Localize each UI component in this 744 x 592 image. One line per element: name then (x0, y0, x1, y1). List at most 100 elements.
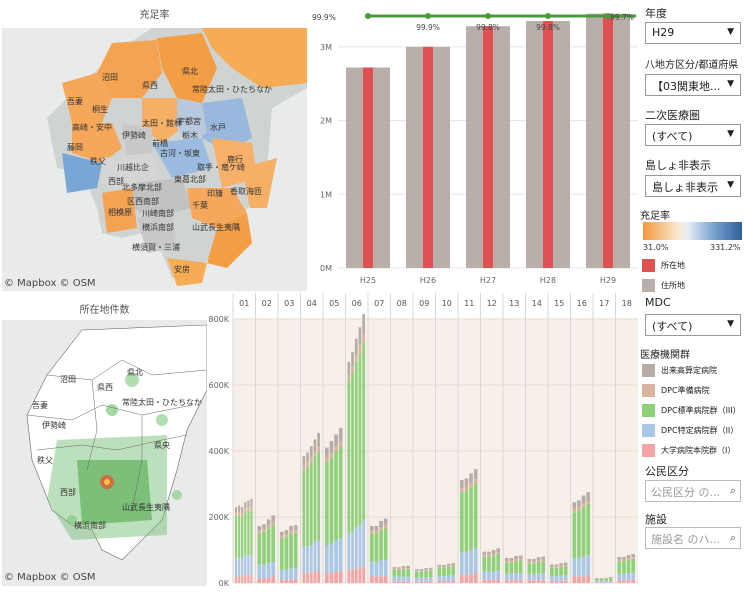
stacked-bar-segment[interactable] (258, 578, 262, 583)
stacked-bar-segment[interactable] (362, 567, 365, 584)
stacked-bar-segment[interactable] (384, 529, 388, 560)
stacked-bar-segment[interactable] (402, 581, 406, 583)
stacked-bar-segment[interactable] (267, 519, 271, 526)
stacked-bar-segment[interactable] (393, 581, 397, 583)
stacked-bar-segment[interactable] (618, 580, 622, 583)
stacked-bar-segment[interactable] (280, 532, 284, 536)
stacked-bar-segment[interactable] (379, 530, 383, 560)
stacked-bar-segment[interactable] (424, 581, 428, 583)
stacked-bar-segment[interactable] (241, 576, 243, 583)
stacked-bar-segment[interactable] (402, 569, 406, 576)
stacked-bar-segment[interactable] (314, 571, 317, 583)
stacked-bar-segment[interactable] (573, 558, 577, 576)
stacked-bar-segment[interactable] (424, 571, 428, 578)
stacked-bar-segment[interactable] (285, 537, 289, 570)
stacked-bar-segment[interactable] (532, 580, 536, 583)
stacked-bar-segment[interactable] (375, 562, 379, 577)
stacked-bar-segment[interactable] (492, 554, 496, 556)
stacked-bar-segment[interactable] (362, 520, 365, 566)
bar-location[interactable] (603, 14, 613, 268)
stacked-bar-segment[interactable] (406, 568, 410, 569)
stacked-bar-segment[interactable] (618, 561, 622, 574)
stacked-bar-segment[interactable] (306, 547, 309, 573)
stacked-bar-segment[interactable] (325, 573, 329, 583)
stacked-bar-segment[interactable] (559, 563, 563, 565)
stacked-bar-segment[interactable] (496, 552, 500, 554)
stacked-bar-segment[interactable] (250, 510, 252, 555)
stacked-bar-segment[interactable] (306, 468, 309, 547)
stacked-bar-segment[interactable] (537, 574, 541, 581)
stacked-bar-segment[interactable] (631, 554, 635, 557)
stacked-bar-segment[interactable] (334, 435, 338, 447)
stacked-bar-segment[interactable] (438, 581, 442, 583)
stacked-bar-segment[interactable] (469, 575, 473, 583)
stacked-bar-segment[interactable] (362, 334, 365, 342)
stacked-bar-segment[interactable] (510, 580, 514, 583)
stacked-bar-segment[interactable] (280, 538, 284, 569)
location-count-map[interactable]: 沼田 県西 県北 吾妻 常陸太田・ひたちなか 伊勢崎 秩父 県央 西部 横浜南部… (2, 320, 207, 586)
stacked-bar-segment[interactable] (420, 571, 424, 572)
stacked-bar-segment[interactable] (258, 526, 262, 531)
stacked-bar-segment[interactable] (238, 505, 240, 512)
stacked-bar-segment[interactable] (359, 354, 362, 526)
stacked-bar-segment[interactable] (573, 509, 577, 512)
stacked-bar-segment[interactable] (577, 510, 581, 558)
stacked-bar-segment[interactable] (317, 451, 320, 540)
stacked-bar-segment[interactable] (537, 562, 541, 574)
stacked-bar-segment[interactable] (595, 578, 599, 579)
stacked-bar-segment[interactable] (351, 373, 354, 531)
stacked-bar-segment[interactable] (235, 558, 237, 576)
stacked-bar-segment[interactable] (600, 579, 604, 581)
legend-hospital-group[interactable]: DPC特定病院群（II） (642, 420, 738, 440)
secondary-area-dropdown[interactable]: (すべて) ▼ (645, 124, 741, 146)
stacked-bar-segment[interactable] (460, 480, 464, 488)
stacked-bar-segment[interactable] (325, 458, 329, 463)
stacked-bar-segment[interactable] (528, 580, 532, 583)
stacked-bar-segment[interactable] (541, 573, 545, 580)
stacked-bar-segment[interactable] (393, 567, 397, 569)
stacked-bar-segment[interactable] (496, 548, 500, 552)
stacked-bar-segment[interactable] (267, 526, 271, 529)
stacked-bar-segment[interactable] (447, 564, 451, 566)
stacked-bar-segment[interactable] (262, 565, 266, 578)
stacked-bar-segment[interactable] (618, 560, 622, 562)
stacked-bar-segment[interactable] (317, 540, 320, 571)
legend-hospital-group[interactable]: 出来高算定病院 (642, 360, 717, 380)
stacked-bar-segment[interactable] (438, 565, 442, 567)
stacked-bar-segment[interactable] (528, 574, 532, 581)
stacked-bar-segment[interactable] (330, 441, 334, 453)
stacked-bar-segment[interactable] (402, 568, 406, 569)
stacked-bar-segment[interactable] (595, 582, 599, 583)
stacked-bar-segment[interactable] (262, 578, 266, 583)
stacked-bar-segment[interactable] (267, 563, 271, 578)
stacked-bar-segment[interactable] (577, 558, 581, 576)
stacked-bar-segment[interactable] (460, 488, 464, 492)
stacked-bar-segment[interactable] (514, 580, 518, 583)
island-dropdown[interactable]: 島しょ非表示 ▼ (645, 175, 741, 197)
stacked-bar-segment[interactable] (339, 446, 343, 538)
stacked-bar-segment[interactable] (537, 561, 541, 563)
stacked-bar-segment[interactable] (250, 499, 252, 507)
stacked-bar-segment[interactable] (429, 568, 433, 570)
stacked-bar-segment[interactable] (415, 578, 419, 582)
line-point[interactable] (485, 13, 491, 19)
stacked-bar-segment[interactable] (550, 567, 554, 568)
stacked-bar-segment[interactable] (244, 575, 246, 583)
stacked-bar-segment[interactable] (586, 555, 590, 575)
stacked-bar-segment[interactable] (334, 571, 338, 583)
stacked-bar-segment[interactable] (351, 352, 354, 367)
stacked-bar-segment[interactable] (355, 527, 358, 568)
stacked-bar-segment[interactable] (442, 565, 446, 567)
stacked-bar-segment[interactable] (362, 314, 365, 334)
stacked-bar-segment[interactable] (474, 573, 478, 583)
stacked-bar-segment[interactable] (348, 362, 351, 375)
stacked-bar-segment[interactable] (586, 575, 590, 583)
stacked-bar-segment[interactable] (604, 581, 608, 582)
stacked-bar-segment[interactable] (487, 555, 491, 557)
stacked-bar-segment[interactable] (460, 552, 464, 575)
stacked-bar-segment[interactable] (267, 578, 271, 583)
stacked-bar-segment[interactable] (438, 567, 442, 568)
stacked-bar-segment[interactable] (474, 484, 478, 548)
stacked-bar-segment[interactable] (550, 581, 554, 583)
stacked-bar-segment[interactable] (483, 552, 487, 555)
